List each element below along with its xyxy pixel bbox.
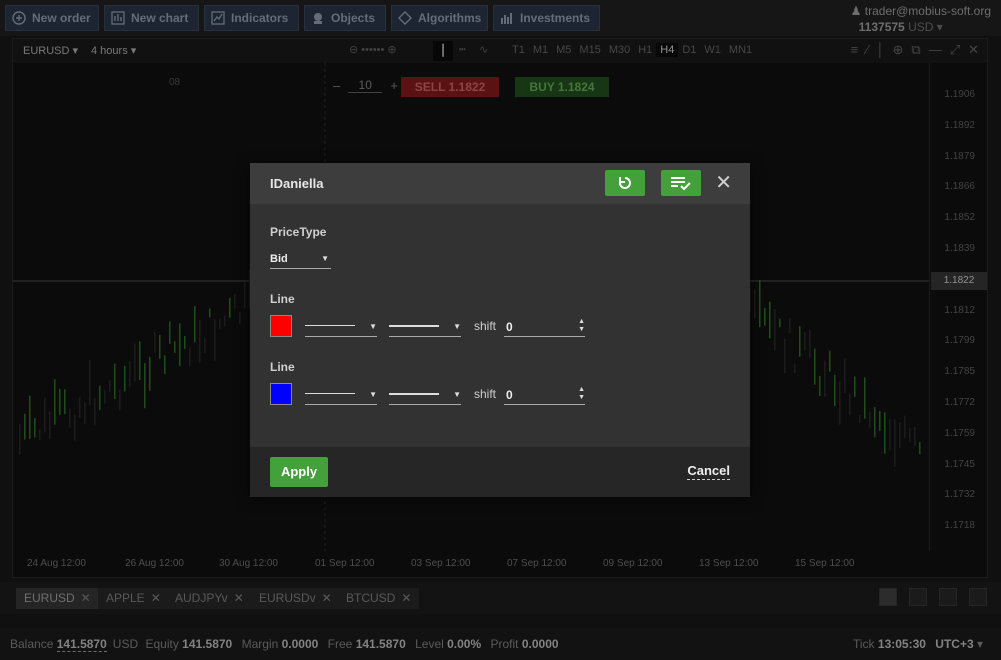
line-2-shift-stepper[interactable]: 0 ▲ ▼ <box>504 385 585 405</box>
cancel-button[interactable]: Cancel <box>687 463 730 480</box>
dialog-title: IDaniella <box>270 176 324 191</box>
chevron-down-icon: ▼ <box>453 322 461 331</box>
reset-icon <box>618 177 631 189</box>
line-1-color-picker[interactable] <box>270 315 292 337</box>
line-1-width-select[interactable]: ▼ <box>389 319 461 337</box>
price-type-label: PriceType <box>270 225 327 239</box>
chevron-down-icon: ▼ <box>369 390 377 399</box>
reset-button[interactable] <box>605 170 645 196</box>
spin-arrows-icon[interactable]: ▲ ▼ <box>578 318 585 334</box>
line-width-preview <box>389 393 439 395</box>
indicator-settings-dialog: IDaniella ✕ PriceType Bid ▼ Line ▼ ▼ shi… <box>250 163 750 497</box>
list-check-icon <box>671 177 691 191</box>
chevron-down-icon: ▼ <box>321 254 329 263</box>
price-type-select[interactable]: Bid ▼ <box>270 249 331 269</box>
line-2-shift-label: shift <box>474 387 497 401</box>
line-1-style-select[interactable]: ▼ <box>305 319 377 337</box>
dialog-header: IDaniella ✕ <box>250 163 750 204</box>
apply-button[interactable]: Apply <box>270 457 328 487</box>
line-width-preview <box>389 325 439 327</box>
line-style-preview <box>305 325 355 326</box>
chevron-down-icon: ▼ <box>369 322 377 331</box>
line-style-preview <box>305 393 355 394</box>
line-1-shift-stepper[interactable]: 0 ▲ ▼ <box>504 317 585 337</box>
line-1-shift-label: shift <box>474 319 497 333</box>
line-2-label: Line <box>270 360 295 374</box>
spin-arrows-icon[interactable]: ▲ ▼ <box>578 386 585 402</box>
chevron-down-icon: ▼ <box>453 390 461 399</box>
line-2-color-picker[interactable] <box>270 383 292 405</box>
save-template-button[interactable] <box>661 170 701 196</box>
close-icon[interactable]: ✕ <box>715 173 732 193</box>
dialog-footer: Apply Cancel <box>250 447 750 497</box>
line-2-style-select[interactable]: ▼ <box>305 387 377 405</box>
line-1-label: Line <box>270 292 295 306</box>
line-2-width-select[interactable]: ▼ <box>389 387 461 405</box>
